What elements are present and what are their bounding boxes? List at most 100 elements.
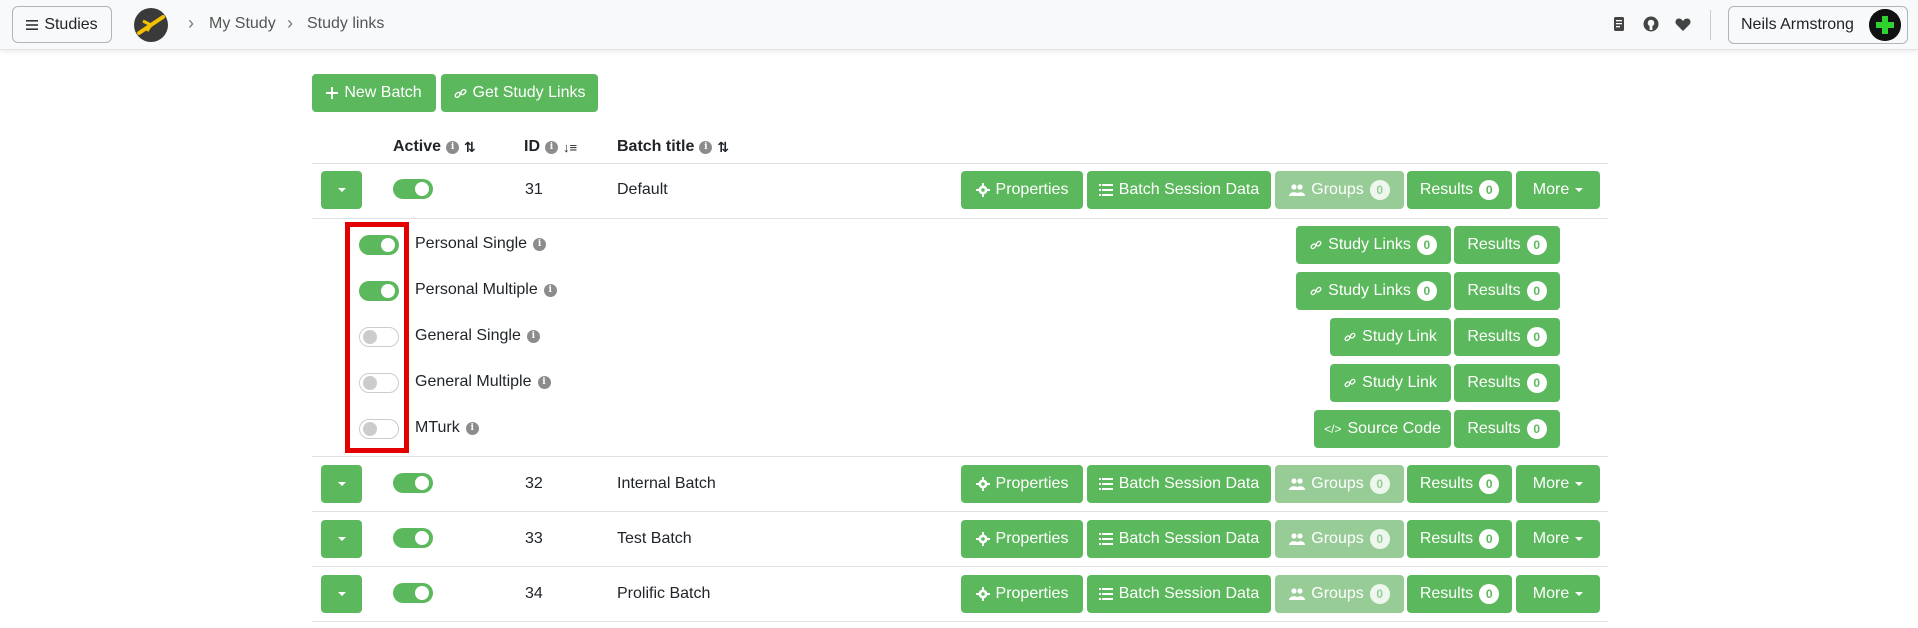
column-header-id-label: ID bbox=[524, 138, 540, 155]
sort-ascending-icon[interactable]: ↓≡ bbox=[563, 140, 577, 155]
link-icon bbox=[1310, 286, 1322, 296]
properties-button[interactable]: Properties bbox=[961, 465, 1083, 503]
breadcrumb-separator-icon: › bbox=[287, 13, 293, 33]
expand-batch-button[interactable] bbox=[321, 520, 362, 558]
results-button[interactable]: Results 0 bbox=[1454, 272, 1560, 310]
study-links-button[interactable]: Study Links 0 bbox=[1296, 272, 1451, 310]
results-button[interactable]: Results 0 bbox=[1407, 520, 1512, 558]
study-link-label: Study Link bbox=[1362, 374, 1437, 391]
groups-button[interactable]: Groups 0 bbox=[1275, 520, 1404, 558]
info-icon[interactable]: i bbox=[545, 140, 558, 154]
avatar bbox=[1869, 9, 1901, 41]
column-header-batch-title-label: Batch title bbox=[617, 138, 695, 155]
results-button[interactable]: Results 0 bbox=[1454, 364, 1560, 402]
breadcrumb-study[interactable]: My Study bbox=[209, 15, 276, 33]
properties-button[interactable]: Properties bbox=[961, 520, 1083, 558]
list-icon bbox=[1098, 478, 1113, 490]
list-icon bbox=[1098, 533, 1113, 545]
gear-icon bbox=[975, 532, 990, 546]
sort-icon[interactable]: ⇅ bbox=[717, 139, 729, 156]
properties-button[interactable]: Properties bbox=[961, 171, 1083, 209]
expand-batch-button[interactable] bbox=[321, 171, 362, 209]
plus-icon bbox=[326, 87, 339, 99]
batch-session-data-button[interactable]: Batch Session Data bbox=[1087, 171, 1271, 209]
groups-button[interactable]: Groups 0 bbox=[1275, 465, 1404, 503]
info-icon[interactable]: i bbox=[533, 237, 547, 251]
more-dropdown-button[interactable]: More bbox=[1516, 171, 1600, 209]
github-icon[interactable] bbox=[1641, 14, 1661, 34]
app-logo-icon[interactable] bbox=[133, 7, 169, 43]
study-links-button[interactable]: Study Links 0 bbox=[1296, 226, 1451, 264]
info-icon[interactable]: i bbox=[446, 140, 460, 154]
batch-session-data-button[interactable]: Batch Session Data bbox=[1087, 465, 1271, 503]
info-icon[interactable]: i bbox=[699, 140, 713, 154]
more-dropdown-button[interactable]: More bbox=[1516, 520, 1600, 558]
code-icon: </> bbox=[1324, 422, 1342, 436]
column-header-batch-title[interactable]: Batch title i ⇅ bbox=[617, 138, 729, 156]
caret-down-icon bbox=[337, 482, 346, 486]
batch-active-toggle[interactable] bbox=[393, 179, 433, 199]
study-link-button[interactable]: Study Link bbox=[1330, 364, 1451, 402]
properties-button[interactable]: Properties bbox=[961, 575, 1083, 613]
studies-button[interactable]: Studies bbox=[12, 6, 112, 43]
table-divider bbox=[312, 621, 1608, 622]
results-button[interactable]: Results 0 bbox=[1407, 465, 1512, 503]
expand-batch-button[interactable] bbox=[321, 575, 362, 613]
study-links-count-badge: 0 bbox=[1416, 281, 1437, 301]
groups-count-badge: 0 bbox=[1369, 180, 1390, 200]
batch-active-toggle[interactable] bbox=[393, 473, 433, 493]
batch-session-data-button[interactable]: Batch Session Data bbox=[1087, 575, 1271, 613]
info-icon[interactable]: i bbox=[526, 329, 540, 343]
results-count-badge: 0 bbox=[1526, 327, 1547, 347]
results-button[interactable]: Results 0 bbox=[1407, 575, 1512, 613]
more-label: More bbox=[1532, 181, 1570, 198]
column-header-active[interactable]: Active i ⇅ bbox=[393, 138, 476, 156]
more-dropdown-button[interactable]: More bbox=[1516, 465, 1600, 503]
batch-active-toggle[interactable] bbox=[393, 583, 433, 603]
link-type-label: MTurk i bbox=[415, 419, 479, 437]
info-icon[interactable]: i bbox=[465, 421, 479, 435]
link-type-name: MTurk bbox=[415, 419, 460, 436]
batch-title: Test Batch bbox=[617, 530, 692, 547]
heart-icon[interactable] bbox=[1673, 14, 1693, 34]
get-study-links-button[interactable]: Get Study Links bbox=[441, 74, 598, 112]
user-menu-button[interactable]: Neils Armstrong bbox=[1728, 6, 1908, 44]
highlight-box bbox=[345, 222, 409, 453]
info-icon[interactable]: i bbox=[537, 375, 551, 389]
new-batch-button[interactable]: New Batch bbox=[312, 74, 436, 112]
source-code-button[interactable]: </> Source Code bbox=[1314, 410, 1451, 448]
results-label: Results bbox=[1419, 585, 1474, 602]
batch-id: 32 bbox=[525, 475, 543, 492]
link-type-name: Personal Single bbox=[415, 235, 528, 252]
results-count-badge: 0 bbox=[1526, 281, 1547, 301]
link-icon bbox=[1344, 332, 1356, 342]
expand-batch-button[interactable] bbox=[321, 465, 362, 503]
results-button[interactable]: Results 0 bbox=[1407, 171, 1512, 209]
link-type-label: Personal Multiple i bbox=[415, 281, 557, 299]
more-dropdown-button[interactable]: More bbox=[1516, 575, 1600, 613]
batch-active-toggle[interactable] bbox=[393, 528, 433, 548]
more-label: More bbox=[1532, 585, 1570, 602]
navbar-divider bbox=[1710, 10, 1711, 40]
users-icon bbox=[1289, 478, 1306, 490]
gear-icon bbox=[975, 477, 990, 491]
top-navbar: Studies › My Study › Study links Neils A… bbox=[0, 0, 1918, 50]
results-button[interactable]: Results 0 bbox=[1454, 226, 1560, 264]
batch-session-data-button[interactable]: Batch Session Data bbox=[1087, 520, 1271, 558]
table-divider bbox=[312, 218, 1608, 219]
caret-down-icon bbox=[337, 592, 346, 596]
results-button[interactable]: Results 0 bbox=[1454, 410, 1560, 448]
groups-button[interactable]: Groups 0 bbox=[1275, 171, 1404, 209]
groups-label: Groups bbox=[1311, 475, 1364, 492]
info-icon[interactable]: i bbox=[543, 283, 557, 297]
documentation-icon[interactable] bbox=[1609, 14, 1629, 34]
groups-button[interactable]: Groups 0 bbox=[1275, 575, 1404, 613]
column-header-id[interactable]: ID i ↓≡ bbox=[524, 138, 577, 156]
results-label: Results bbox=[1467, 420, 1521, 437]
caret-down-icon bbox=[1575, 537, 1584, 541]
caret-down-icon bbox=[1575, 482, 1584, 486]
sort-icon[interactable]: ⇅ bbox=[464, 139, 476, 156]
study-link-button[interactable]: Study Link bbox=[1330, 318, 1451, 356]
results-button[interactable]: Results 0 bbox=[1454, 318, 1560, 356]
results-label: Results bbox=[1419, 181, 1474, 198]
